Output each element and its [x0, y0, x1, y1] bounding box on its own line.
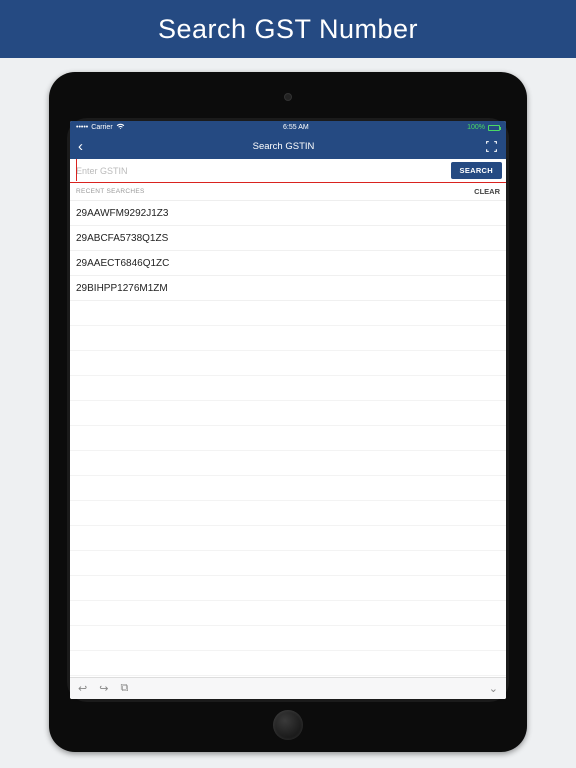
empty-row	[70, 326, 506, 351]
empty-row	[70, 451, 506, 476]
device-inner: ••••• Carrier 6:55 AM 100% ‹ Search GSTI…	[67, 118, 509, 702]
carrier-label: Carrier	[91, 124, 112, 131]
promo-headline: Search GST Number	[158, 14, 418, 45]
wifi-icon	[116, 123, 125, 132]
list-item[interactable]: 29BIHPP1276M1ZM	[70, 276, 506, 301]
recent-header: RECENT SEARCHES CLEAR	[70, 183, 506, 201]
status-left: ••••• Carrier	[76, 123, 125, 132]
copy-icon[interactable]: ⧉	[120, 682, 128, 695]
empty-row	[70, 501, 506, 526]
list-item[interactable]: 29ABCFA5738Q1ZS	[70, 226, 506, 251]
toolbar: ↩ ↪ ⧉ ⌄	[70, 677, 506, 699]
signal-icon: •••••	[76, 124, 88, 131]
undo-icon[interactable]: ↩	[78, 682, 87, 695]
empty-row	[70, 401, 506, 426]
device-camera	[285, 94, 291, 100]
status-time: 6:55 AM	[283, 124, 309, 131]
clear-button[interactable]: CLEAR	[474, 187, 500, 196]
page-title: Search GSTIN	[253, 141, 315, 152]
chevron-down-icon[interactable]: ⌄	[489, 683, 498, 695]
empty-row	[70, 601, 506, 626]
search-button[interactable]: SEARCH	[451, 162, 502, 179]
list-item[interactable]: 29AAECT6846Q1ZC	[70, 251, 506, 276]
status-bar: ••••• Carrier 6:55 AM 100%	[70, 121, 506, 134]
tablet-frame: ••••• Carrier 6:55 AM 100% ‹ Search GSTI…	[49, 72, 527, 752]
empty-row	[70, 626, 506, 651]
empty-row	[70, 426, 506, 451]
nav-bar: ‹ Search GSTIN	[70, 134, 506, 159]
empty-row	[70, 301, 506, 326]
recent-list[interactable]: 29AAWFM9292J1Z3 29ABCFA5738Q1ZS 29AAECT6…	[70, 201, 506, 677]
home-button[interactable]	[273, 710, 303, 740]
empty-row	[70, 576, 506, 601]
empty-row	[70, 526, 506, 551]
scan-button[interactable]	[484, 140, 498, 154]
screen: ••••• Carrier 6:55 AM 100% ‹ Search GSTI…	[70, 121, 506, 699]
gstin-input[interactable]	[70, 159, 447, 182]
battery-percent: 100%	[467, 124, 485, 131]
empty-row	[70, 376, 506, 401]
input-caret	[76, 159, 77, 181]
list-item[interactable]: 29AAWFM9292J1Z3	[70, 201, 506, 226]
battery-icon	[488, 125, 500, 131]
back-button[interactable]: ‹	[78, 139, 83, 154]
empty-row	[70, 551, 506, 576]
search-row: SEARCH	[70, 159, 506, 183]
recent-label: RECENT SEARCHES	[76, 188, 145, 195]
promo-banner: Search GST Number	[0, 0, 576, 58]
empty-row	[70, 476, 506, 501]
status-right: 100%	[467, 124, 500, 131]
redo-icon[interactable]: ↪	[99, 682, 108, 695]
empty-row	[70, 651, 506, 676]
empty-row	[70, 351, 506, 376]
